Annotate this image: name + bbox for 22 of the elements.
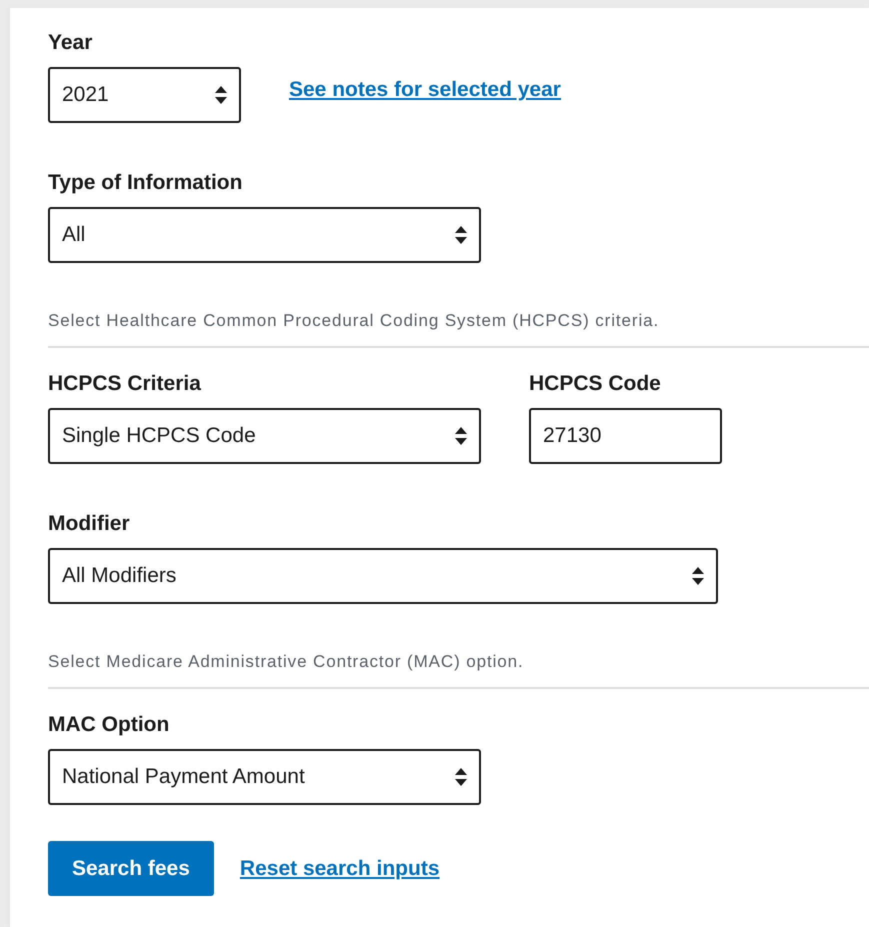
sort-arrows-icon [455,768,467,786]
dropdown[interactable]: National Payment Amount [48,749,481,805]
link[interactable]: See notes for selected year [289,78,561,102]
field-label: HCPCS Code [529,371,662,397]
section-hint: Select Healthcare Common Procedural Coding System (HCPCS) criteria. [48,310,660,332]
field-label: Modifier [48,511,131,537]
field-label: Year [48,30,94,56]
dropdown[interactable]: All Modifiers [48,548,718,604]
sort-arrows-icon [692,567,704,585]
sort-arrows-icon [455,427,467,445]
field-label: Type of Information [48,170,244,196]
sort-arrows-icon [455,226,467,244]
input-field[interactable]: 27130 [529,408,722,464]
dropdown[interactable]: All [48,207,481,263]
field-label: MAC Option [48,712,170,738]
section-hint: Select Medicare Administrative Contractor (MAC) option. [48,651,524,673]
field-label: HCPCS Criteria [48,371,202,397]
reset-link[interactable]: Reset search inputs [240,856,440,880]
sort-arrows-icon [215,86,227,104]
dropdown[interactable]: Single HCPCS Code [48,408,481,464]
search-button[interactable]: Search fees [48,841,214,896]
dropdown[interactable]: 2021 [48,67,241,123]
